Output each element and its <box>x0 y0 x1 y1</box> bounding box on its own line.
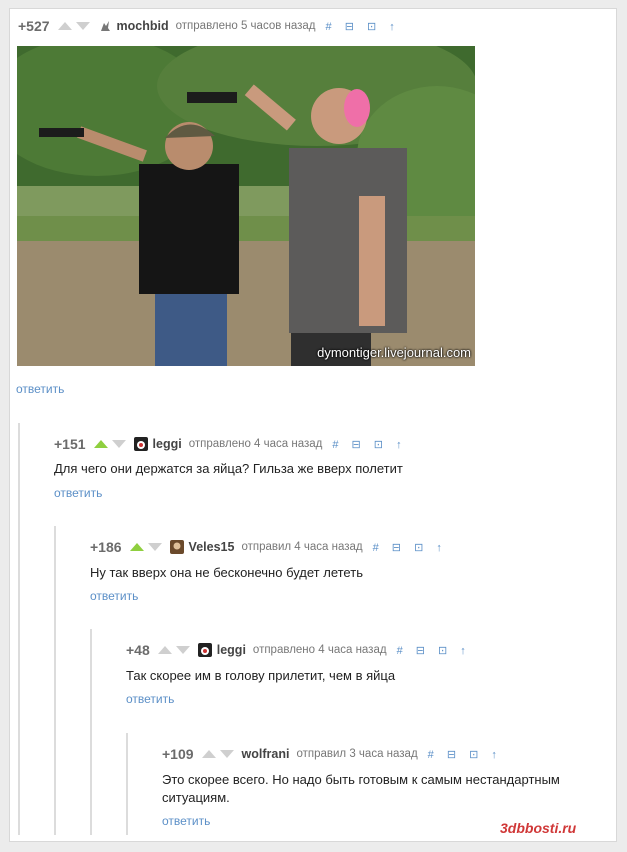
user-avatar-icon <box>197 643 212 657</box>
thread-indent-bar <box>90 629 92 835</box>
post-author[interactable]: mochbid <box>117 19 169 33</box>
site-logo: 3dbbosti.ru <box>500 820 577 836</box>
comment-meta: +186 Veles15 отправил 4 часа назад # ⊟ ⊡… <box>90 538 447 556</box>
comment-author[interactable]: Veles15 <box>189 540 235 554</box>
comment-score: +151 <box>54 436 86 452</box>
comment-score: +48 <box>126 642 150 658</box>
photo-shooting-range <box>17 46 475 366</box>
comment-text: Так скорее им в голову прилетит, чем в я… <box>126 668 396 683</box>
comment-action-icons[interactable]: # ⊟ ⊡ ↑ <box>332 438 406 451</box>
comment-thread: +527 mochbid отправлено 5 часов назад # … <box>9 8 617 842</box>
downvote-arrow-icon[interactable] <box>75 22 90 30</box>
downvote-arrow-icon[interactable] <box>219 750 234 758</box>
comment-author[interactable]: leggi <box>217 643 246 657</box>
post-time: отправлено 5 часов назад <box>175 20 316 32</box>
comment-text: Для чего они держатся за яйца? Гильза же… <box>54 461 403 476</box>
reply-link[interactable]: ответить <box>16 382 64 396</box>
thread-indent-bar <box>126 733 128 835</box>
post-meta: +527 mochbid отправлено 5 часов назад # … <box>18 17 400 35</box>
upvote-arrow-icon[interactable] <box>93 440 108 448</box>
upvote-arrow-icon[interactable] <box>129 543 144 551</box>
reply-link[interactable]: ответить <box>54 486 102 500</box>
thread-indent-bar <box>18 423 20 835</box>
upvote-arrow-icon[interactable] <box>201 750 216 758</box>
user-avatar-icon <box>169 540 184 554</box>
comment-time: отправлено 4 часа назад <box>188 438 323 450</box>
upvote-arrow-icon[interactable] <box>157 646 172 654</box>
comment-time: отправил 3 часа назад <box>296 748 418 760</box>
reply-link[interactable]: ответить <box>126 692 174 706</box>
post-score: +527 <box>18 18 50 34</box>
comment-action-icons[interactable]: # ⊟ ⊡ ↑ <box>397 644 471 657</box>
upvote-arrow-icon[interactable] <box>57 22 72 30</box>
comment-action-icons[interactable]: # ⊟ ⊡ ↑ <box>373 541 447 554</box>
comment-text: Это скорее всего. Но надо быть готовым к… <box>162 772 560 805</box>
comment-score: +109 <box>162 746 194 762</box>
comment-meta: +109 wolfrani отправил 3 часа назад # ⊟ … <box>162 745 502 763</box>
comment-time: отправил 4 часа назад <box>241 541 363 553</box>
comment-author[interactable]: leggi <box>153 437 182 451</box>
user-avatar-icon <box>100 21 110 31</box>
comment-time: отправлено 4 часа назад <box>252 644 387 656</box>
downvote-arrow-icon[interactable] <box>147 543 162 551</box>
comment-author[interactable]: wolfrani <box>242 747 290 761</box>
reply-link[interactable]: ответить <box>162 814 210 828</box>
downvote-arrow-icon[interactable] <box>175 646 190 654</box>
image-watermark: dymontiger.livejournal.com <box>317 345 471 360</box>
comment-meta: +151 leggi отправлено 4 часа назад # ⊟ ⊡… <box>54 435 407 453</box>
downvote-arrow-icon[interactable] <box>111 440 126 448</box>
post-action-icons[interactable]: # ⊟ ⊡ ↑ <box>326 20 400 33</box>
thread-indent-bar <box>54 526 56 835</box>
user-avatar-icon <box>133 437 148 451</box>
comment-text: Ну так вверх она не бесконечно будет лет… <box>90 565 363 580</box>
reply-link[interactable]: ответить <box>90 589 138 603</box>
comment-score: +186 <box>90 539 122 555</box>
comment-action-icons[interactable]: # ⊟ ⊡ ↑ <box>428 748 502 761</box>
comment-meta: +48 leggi отправлено 4 часа назад # ⊟ ⊡ … <box>126 641 471 659</box>
post-image: dymontiger.livejournal.com <box>17 46 475 366</box>
